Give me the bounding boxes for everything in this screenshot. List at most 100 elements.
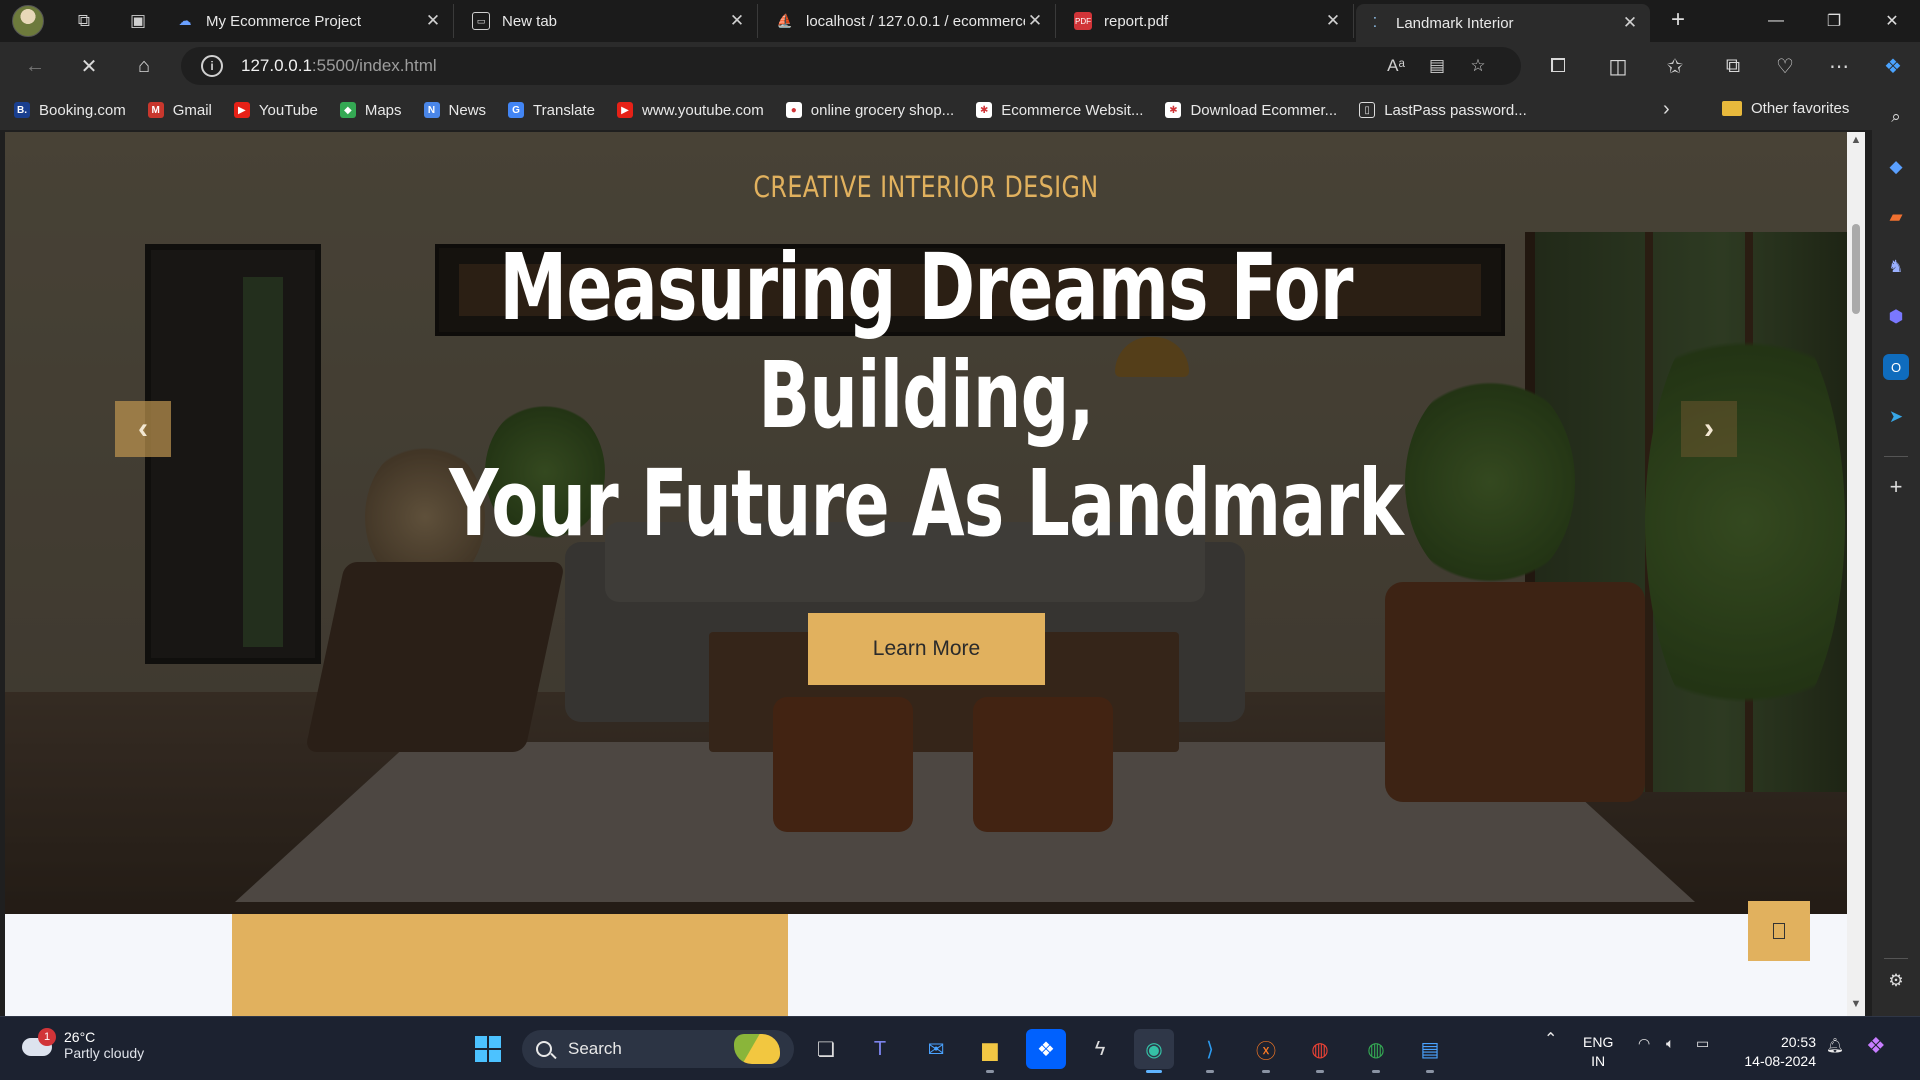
notepad-icon[interactable]: ▤ xyxy=(1410,1029,1450,1073)
tab-report-pdf[interactable]: PDF report.pdf ✕ xyxy=(1064,4,1354,38)
document-icon: ▯ xyxy=(1359,102,1376,118)
vertical-tabs-icon[interactable]: ▣ xyxy=(118,5,158,37)
favorite-label: Ecommerce Websit... xyxy=(1001,101,1144,119)
section-accent-block xyxy=(232,914,788,1016)
favorite-grocery[interactable]: ● online grocery shop... xyxy=(785,101,955,119)
favorite-booking[interactable]: B. Booking.com xyxy=(14,102,126,119)
running-indicator xyxy=(986,1070,994,1073)
restore-button[interactable]: ❐ xyxy=(1806,0,1862,42)
xampp-icon[interactable]: ⓧ xyxy=(1246,1029,1286,1073)
collections-icon[interactable]: ⧉ xyxy=(1716,50,1750,82)
mail-icon[interactable]: ✉ xyxy=(916,1029,956,1069)
favorite-lastpass[interactable]: ▯ LastPass password... xyxy=(1359,102,1527,119)
new-tab-button[interactable]: + xyxy=(1662,6,1694,36)
weather-widget[interactable]: 1 26°C Partly cloudy xyxy=(22,1028,144,1061)
add-icon[interactable]: + xyxy=(1883,474,1909,500)
sidebar-settings-icon[interactable]: ⚙ xyxy=(1883,968,1909,994)
favorite-translate[interactable]: G Translate xyxy=(508,102,595,119)
scroll-up-icon[interactable]: ▲ xyxy=(1847,134,1865,150)
address-bar[interactable]: i 127.0.0.1:5500/index.html Aᵃ ▤ ☆ xyxy=(181,47,1521,85)
favorite-youtube[interactable]: ▶ YouTube xyxy=(233,102,318,119)
copilot-designer-icon[interactable]: ⬢ xyxy=(1883,304,1909,330)
home-icon[interactable]: ⌂ xyxy=(127,50,161,82)
dropbox-icon[interactable]: ❖ xyxy=(1026,1029,1066,1069)
shopping-tag-icon[interactable]: ◆ xyxy=(1883,154,1909,180)
volume-icon[interactable]: 🔈︎ xyxy=(1666,1035,1674,1052)
page-scrollbar[interactable]: ▲ ▼ xyxy=(1847,132,1865,1016)
notifications-bell-icon[interactable]: 🔔︎ xyxy=(1826,1037,1844,1054)
start-button[interactable] xyxy=(468,1029,508,1069)
close-tab-icon[interactable]: ✕ xyxy=(1025,11,1045,31)
stop-loading-icon[interactable]: ✕ xyxy=(72,50,106,82)
favorite-maps[interactable]: ◆ Maps xyxy=(339,102,402,119)
edge-sidebar: ⌕ ◆ ▰ ♞ ⬢ O ➤ + ⚙ xyxy=(1872,90,1920,1016)
windows-logo-icon xyxy=(475,1036,501,1062)
battery-icon[interactable]: ▭ xyxy=(1696,1035,1709,1052)
show-hidden-icons[interactable]: ⌃ xyxy=(1544,1029,1557,1049)
minimize-button[interactable]: — xyxy=(1748,0,1804,42)
back-icon[interactable]: ← xyxy=(18,50,52,82)
other-favorites-folder[interactable]: Other favorites xyxy=(1722,100,1849,117)
back-to-top-button[interactable] xyxy=(1748,901,1810,961)
close-tab-icon[interactable]: ✕ xyxy=(727,11,747,31)
send-icon[interactable]: ➤ xyxy=(1883,404,1909,430)
wifi-icon[interactable]: ◠ xyxy=(1638,1035,1650,1052)
favorite-label: online grocery shop... xyxy=(810,101,955,119)
tools-briefcase-icon[interactable]: ▰ xyxy=(1883,204,1909,230)
vscode-icon[interactable]: ⟩ xyxy=(1190,1029,1230,1073)
extensions-icon[interactable]: ⧠ xyxy=(1541,50,1575,82)
url-text[interactable]: 127.0.0.1:5500/index.html xyxy=(241,56,437,76)
outlook-icon[interactable]: O xyxy=(1883,354,1909,380)
profile-avatar[interactable] xyxy=(12,5,44,37)
newtab-page-icon: ▭ xyxy=(472,12,490,30)
tab-my-ecommerce-project[interactable]: ☁ My Ecommerce Project ✕ xyxy=(166,4,454,38)
gmail-icon: M xyxy=(147,102,164,118)
carousel-next-button[interactable]: › xyxy=(1681,401,1737,457)
settings-more-icon[interactable]: ⋯ xyxy=(1822,50,1856,82)
site-info-icon[interactable]: i xyxy=(201,55,223,77)
immersive-reader-icon[interactable]: ▤ xyxy=(1421,52,1453,80)
favorite-label: Translate xyxy=(533,101,596,119)
chevron-right-icon[interactable]: › xyxy=(1663,98,1670,121)
chrome-profile-m-icon[interactable]: ◍ xyxy=(1300,1029,1340,1073)
copilot-taskbar-icon[interactable]: ❖ xyxy=(1866,1033,1886,1059)
tab-new-tab[interactable]: ▭ New tab ✕ xyxy=(462,4,758,38)
favorite-ecommerce-website[interactable]: ✱ Ecommerce Websit... xyxy=(976,102,1143,119)
dev-tool-icon[interactable]: ϟ xyxy=(1080,1029,1120,1069)
copilot-icon[interactable]: ❖ xyxy=(1876,50,1910,82)
taskbar-search[interactable]: Search xyxy=(522,1030,794,1068)
translate-icon: G xyxy=(508,102,525,118)
chrome-profile-s-icon[interactable]: ◍ xyxy=(1356,1029,1396,1073)
favorite-youtube-www[interactable]: ▶ www.youtube.com xyxy=(617,102,764,119)
file-explorer-icon[interactable]: ▆ xyxy=(970,1029,1010,1073)
favorite-gmail[interactable]: M Gmail xyxy=(147,102,212,119)
tab-phpmyadmin[interactable]: ⛵ localhost / 127.0.0.1 / ecommerce ✕ xyxy=(766,4,1056,38)
read-aloud-icon[interactable]: Aᵃ xyxy=(1380,52,1412,80)
scrollbar-thumb[interactable] xyxy=(1852,224,1860,314)
split-screen-icon[interactable]: ◫ xyxy=(1601,50,1635,82)
system-clock[interactable]: 20:53 14-08-2024 xyxy=(1732,1033,1816,1071)
scroll-down-icon[interactable]: ▼ xyxy=(1847,998,1865,1014)
close-window-button[interactable]: ✕ xyxy=(1864,0,1920,42)
teams-icon[interactable]: T xyxy=(860,1029,900,1069)
favorite-news[interactable]: N News xyxy=(423,102,486,119)
search-icon[interactable]: ⌕ xyxy=(1883,104,1909,130)
youtube-icon: ▶ xyxy=(617,102,634,118)
tab-landmark-interior[interactable]: ⁚ Landmark Interior ✕ xyxy=(1356,4,1650,42)
language-indicator[interactable]: ENG IN xyxy=(1583,1033,1613,1071)
workspaces-icon[interactable]: ⧉ xyxy=(64,5,104,37)
games-icon[interactable]: ♞ xyxy=(1883,254,1909,280)
favorites-icon[interactable]: ✩ xyxy=(1658,50,1692,82)
favorite-label: LastPass password... xyxy=(1384,101,1527,119)
browser-essentials-icon[interactable]: ♡ xyxy=(1768,50,1802,82)
close-tab-icon[interactable]: ✕ xyxy=(423,11,443,31)
task-view-icon[interactable]: ❏ xyxy=(806,1029,846,1069)
carousel-prev-button[interactable]: ‹ xyxy=(115,401,171,457)
favorite-download-ecommerce[interactable]: ✱ Download Ecommer... xyxy=(1165,102,1337,119)
favorite-star-icon[interactable]: ☆ xyxy=(1462,52,1494,80)
edge-browser-icon[interactable]: ◉ xyxy=(1134,1029,1174,1073)
close-tab-icon[interactable]: ✕ xyxy=(1620,13,1640,33)
cloud-tab-icon: ☁ xyxy=(178,13,192,28)
learn-more-button[interactable]: Learn More xyxy=(808,613,1045,685)
close-tab-icon[interactable]: ✕ xyxy=(1323,11,1343,31)
